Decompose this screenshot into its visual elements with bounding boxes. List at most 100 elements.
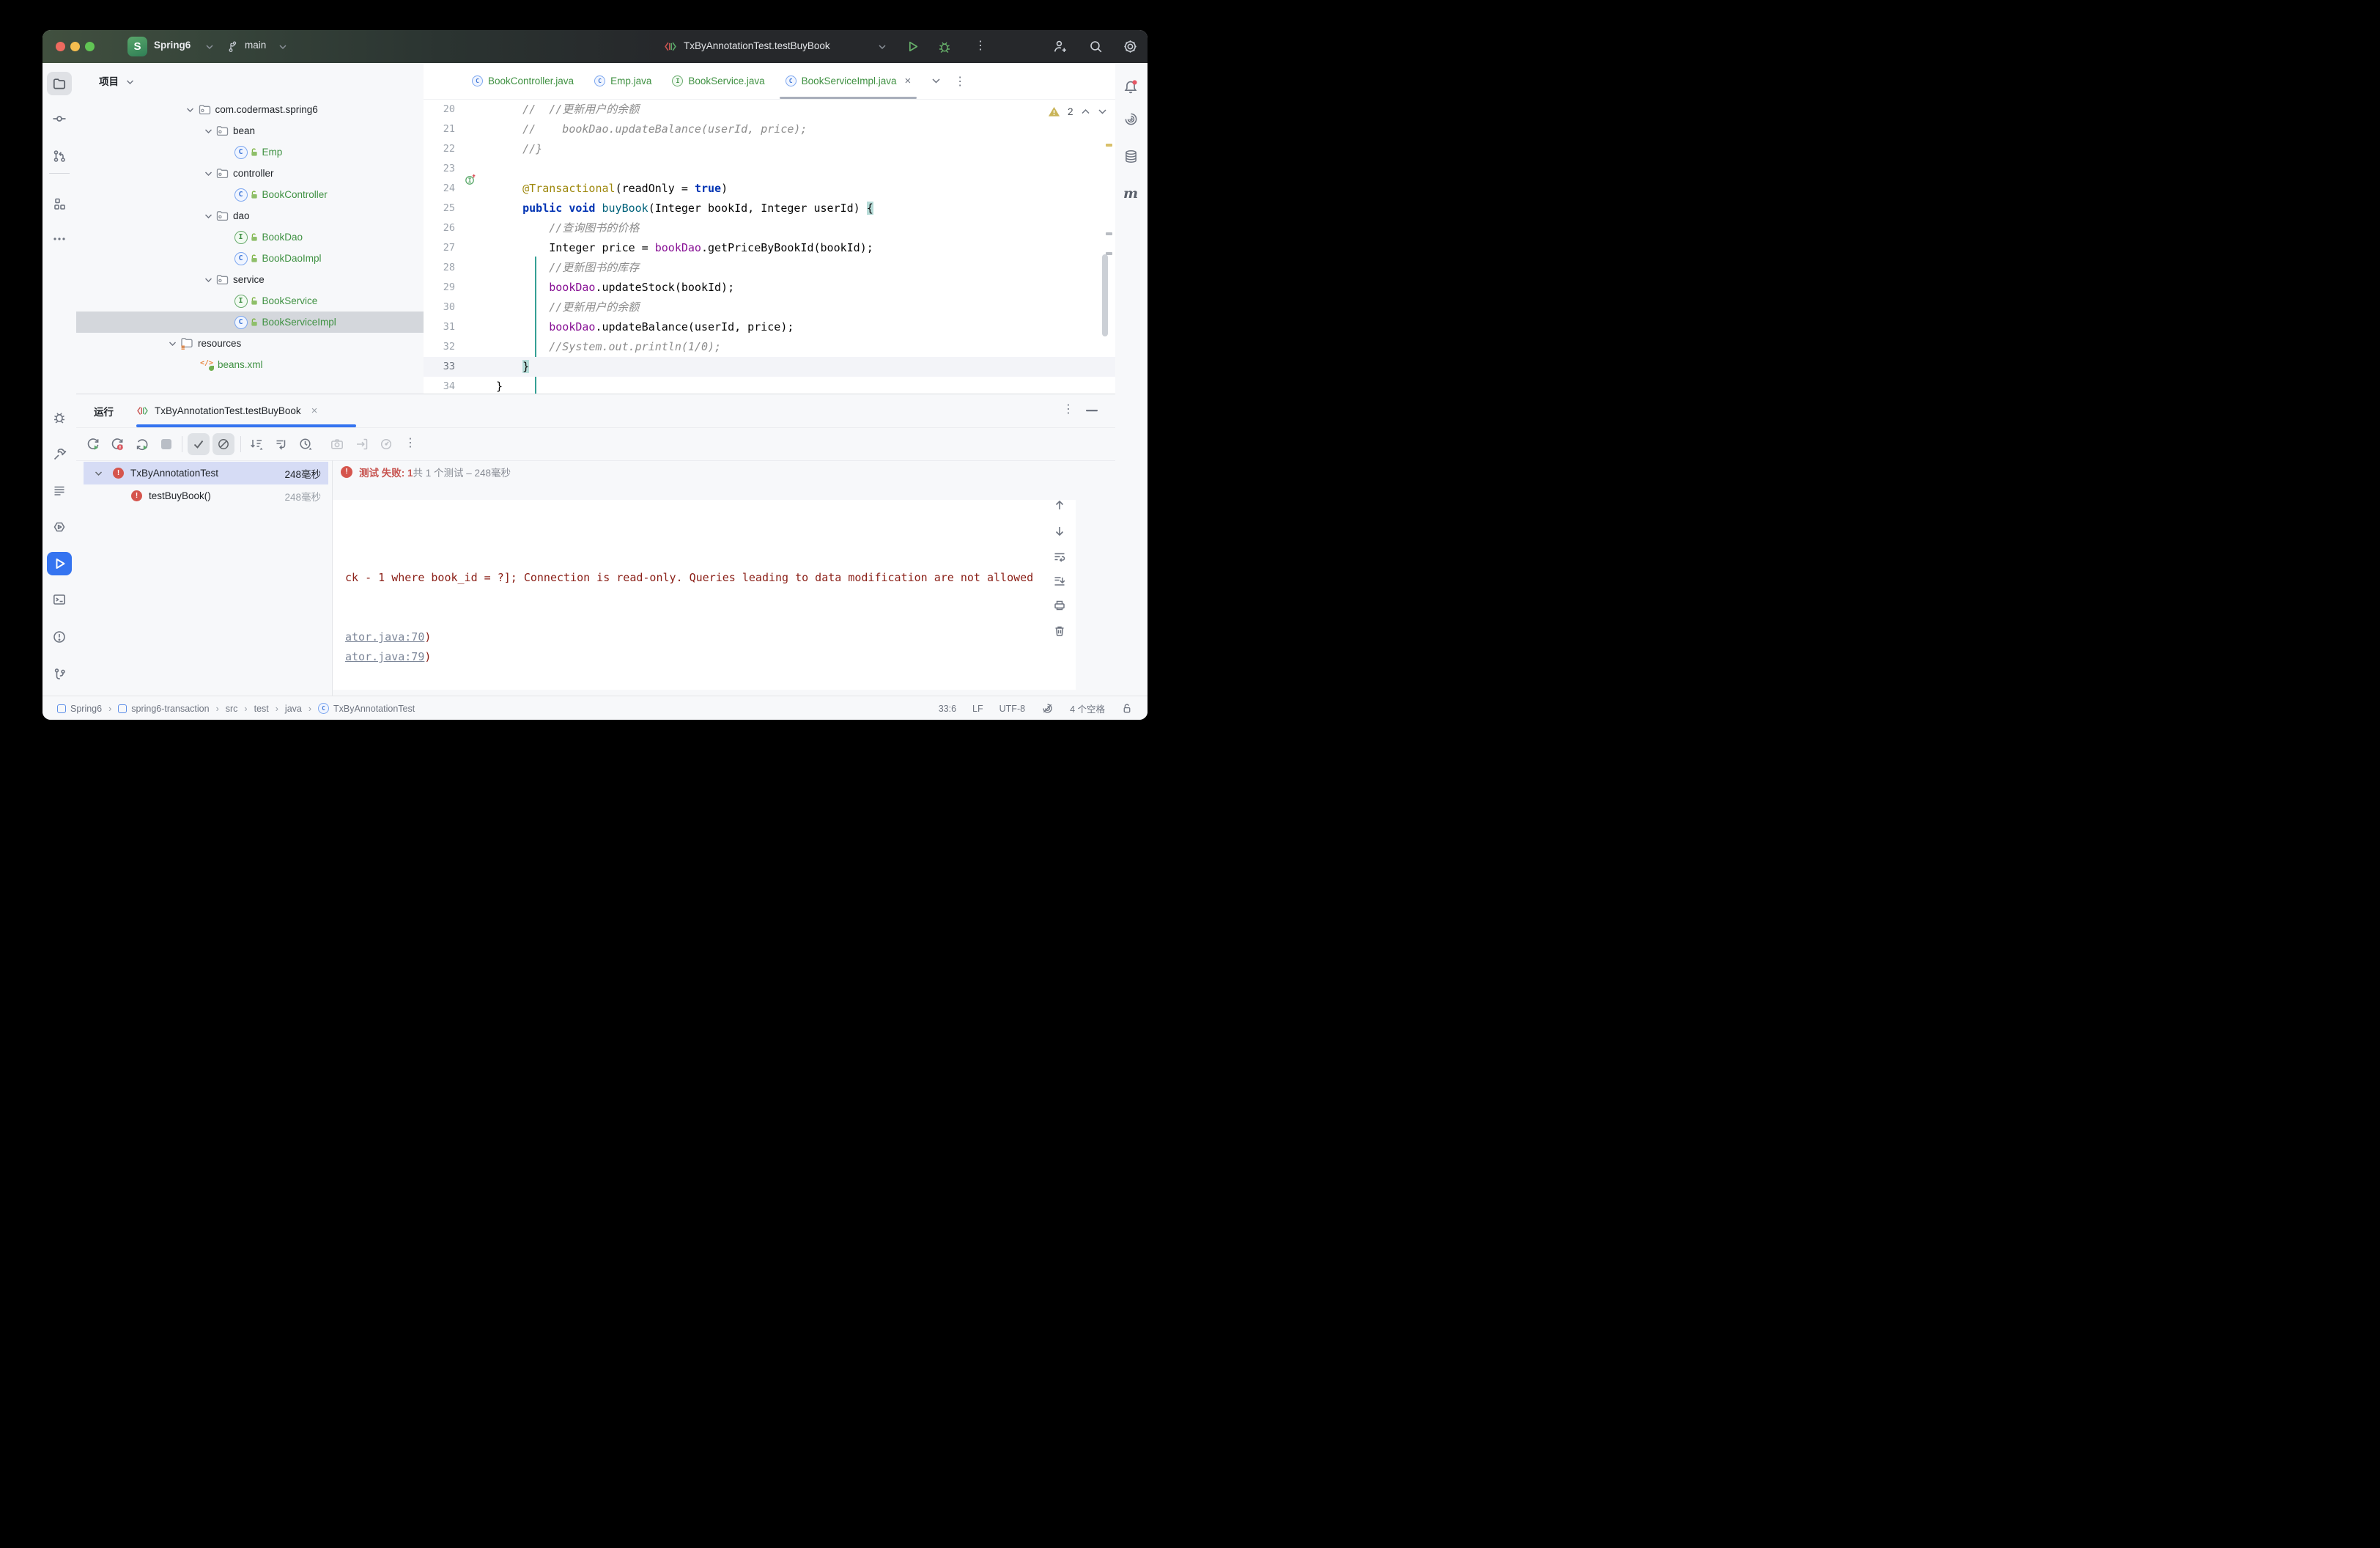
- chevron-down-icon[interactable]: [200, 171, 216, 177]
- structure-tool-button[interactable]: [47, 192, 72, 215]
- run-panel-options-menu[interactable]: ⋮: [1062, 402, 1074, 416]
- tree-item-bookdaoimpl[interactable]: CBookDaoImpl: [76, 248, 424, 269]
- tree-item-com-codermast-spring6[interactable]: com.codermast.spring6: [76, 99, 424, 120]
- run-tab-testbuybook[interactable]: TxByAnnotationTest.testBuyBook ×: [136, 394, 317, 427]
- line-number[interactable]: 33: [424, 357, 455, 377]
- code-line-21[interactable]: 21 // bookDao.updateBalance(userId, pric…: [424, 119, 1115, 139]
- line-number[interactable]: 21: [424, 119, 455, 139]
- settings-gear-icon[interactable]: [1123, 39, 1138, 54]
- line-number[interactable]: 22: [424, 139, 455, 159]
- line-number[interactable]: 29: [424, 278, 455, 298]
- project-selector[interactable]: Spring6: [154, 40, 191, 51]
- project-logo[interactable]: S: [128, 37, 147, 56]
- debug-tool-button[interactable]: [47, 405, 72, 429]
- todo-tool-button[interactable]: [47, 479, 72, 502]
- ai-assistant-icon[interactable]: [1118, 107, 1143, 130]
- line-number[interactable]: 25: [424, 199, 455, 218]
- commit-tool-button[interactable]: [47, 107, 72, 130]
- caret-position[interactable]: 33:6: [939, 704, 956, 714]
- code-line-25[interactable]: 25 public void buyBook(Integer bookId, I…: [424, 199, 1115, 218]
- line-number[interactable]: 27: [424, 238, 455, 258]
- chevron-down-icon[interactable]: [200, 213, 216, 219]
- maximize-window-button[interactable]: [85, 42, 95, 51]
- line-number[interactable]: 26: [424, 218, 455, 238]
- tab-list-chevron-icon[interactable]: [931, 78, 941, 84]
- code-line-24[interactable]: 24 @Transactional(readOnly = true): [424, 179, 1115, 199]
- stack-trace-link[interactable]: ator.java:70: [345, 630, 424, 644]
- minimize-window-button[interactable]: [70, 42, 80, 51]
- breadcrumb-module[interactable]: spring6-transaction: [118, 704, 209, 714]
- chevron-down-icon[interactable]: [95, 471, 103, 476]
- line-number[interactable]: 20: [424, 100, 455, 119]
- breadcrumb-folder[interactable]: test: [254, 704, 269, 714]
- line-number[interactable]: 28: [424, 258, 455, 278]
- code-line-29[interactable]: 29 bookDao.updateStock(bookId);: [424, 278, 1115, 298]
- line-number[interactable]: 32: [424, 337, 455, 357]
- rerun-button[interactable]: [82, 433, 104, 455]
- unlock-icon[interactable]: [1121, 702, 1133, 715]
- code-line-28[interactable]: 28 //更新图书的库存: [424, 258, 1115, 278]
- branch-selector[interactable]: main: [245, 40, 266, 51]
- close-window-button[interactable]: [56, 42, 65, 51]
- code-line-34[interactable]: 34}: [424, 377, 1115, 394]
- scroll-to-end-button[interactable]: [1049, 570, 1071, 592]
- chevron-down-icon[interactable]: [200, 277, 216, 283]
- test-history-button[interactable]: [295, 433, 317, 455]
- database-tool-button[interactable]: [1118, 144, 1143, 168]
- pull-requests-tool-button[interactable]: [47, 144, 72, 168]
- tree-item-bookservice[interactable]: IBookService: [76, 290, 424, 312]
- build-tool-button[interactable]: [47, 442, 72, 465]
- line-number[interactable]: 30: [424, 298, 455, 317]
- tree-item-bean[interactable]: bean: [76, 120, 424, 141]
- tab-bookcontroller[interactable]: C BookController.java: [462, 63, 584, 99]
- chevron-down-icon[interactable]: [200, 128, 216, 134]
- project-panel-title[interactable]: 项目: [99, 73, 119, 88]
- sort-by-duration-button[interactable]: [245, 433, 267, 455]
- tree-item-controller[interactable]: controller: [76, 163, 424, 184]
- code-line-26[interactable]: 26 //查询图书的价格: [424, 218, 1115, 238]
- code-line-32[interactable]: 32 //System.out.println(1/0);: [424, 337, 1115, 357]
- code-line-23[interactable]: 23: [424, 159, 1115, 179]
- implements-method-gutter-icon[interactable]: I: [465, 174, 476, 185]
- more-tool-windows-button[interactable]: [47, 227, 72, 251]
- tree-item-bookserviceimpl[interactable]: CBookServiceImpl: [76, 312, 424, 333]
- line-number[interactable]: 23: [424, 159, 455, 179]
- warning-stripe-mark[interactable]: [1106, 144, 1112, 147]
- version-control-tool-button[interactable]: [47, 663, 72, 686]
- breadcrumb-class[interactable]: CTxByAnnotationTest: [318, 703, 415, 714]
- tree-item-bookcontroller[interactable]: CBookController: [76, 184, 424, 205]
- notifications-bell-icon[interactable]: [1118, 75, 1143, 99]
- code-line-27[interactable]: 27 Integer price = bookDao.getPriceByBoo…: [424, 238, 1115, 258]
- terminal-tool-button[interactable]: [47, 588, 72, 611]
- tree-item-beans-xml[interactable]: </>beans.xml: [76, 354, 424, 375]
- debug-button[interactable]: [937, 39, 952, 54]
- clear-console-button[interactable]: [1049, 620, 1071, 642]
- more-actions-menu[interactable]: ⋮: [975, 38, 986, 53]
- tab-bookservice[interactable]: I BookService.java: [662, 63, 775, 99]
- toolbar-more-menu[interactable]: ⋮: [404, 435, 416, 450]
- test-console-output[interactable]: ck - 1 where book_id = ?]; Connection is…: [333, 500, 1076, 690]
- breadcrumb-folder[interactable]: src: [226, 704, 238, 714]
- code-editor[interactable]: 20 // //更新用户的余额21 // bookDao.updateBalan…: [424, 100, 1115, 394]
- close-tab-icon[interactable]: ×: [311, 405, 318, 417]
- chevron-down-icon[interactable]: [164, 341, 180, 347]
- breadcrumb-folder[interactable]: java: [285, 704, 302, 714]
- stripe-mark[interactable]: [1106, 232, 1112, 235]
- tree-item-dao[interactable]: dao: [76, 205, 424, 226]
- show-passed-filter-button[interactable]: [188, 433, 210, 455]
- soft-wrap-button[interactable]: [1049, 546, 1071, 568]
- problems-tool-button[interactable]: [47, 625, 72, 649]
- code-line-33[interactable]: 33 }: [424, 357, 1115, 377]
- run-configuration-selector[interactable]: TxByAnnotationTest.testBuyBook: [684, 40, 830, 51]
- search-icon[interactable]: [1088, 39, 1104, 54]
- breadcrumb-module[interactable]: Spring6: [57, 704, 102, 714]
- code-line-22[interactable]: 22 //}: [424, 139, 1115, 159]
- stop-button[interactable]: [155, 433, 177, 455]
- scroll-down-button[interactable]: [1049, 520, 1071, 542]
- code-with-me-icon[interactable]: [1052, 39, 1068, 54]
- tab-bookserviceimpl[interactable]: C BookServiceImpl.java ×: [775, 63, 922, 99]
- close-tab-icon[interactable]: ×: [904, 75, 911, 87]
- line-number[interactable]: 24: [424, 179, 455, 199]
- services-tool-button[interactable]: [47, 515, 72, 539]
- copilot-disabled-icon[interactable]: [1041, 702, 1054, 715]
